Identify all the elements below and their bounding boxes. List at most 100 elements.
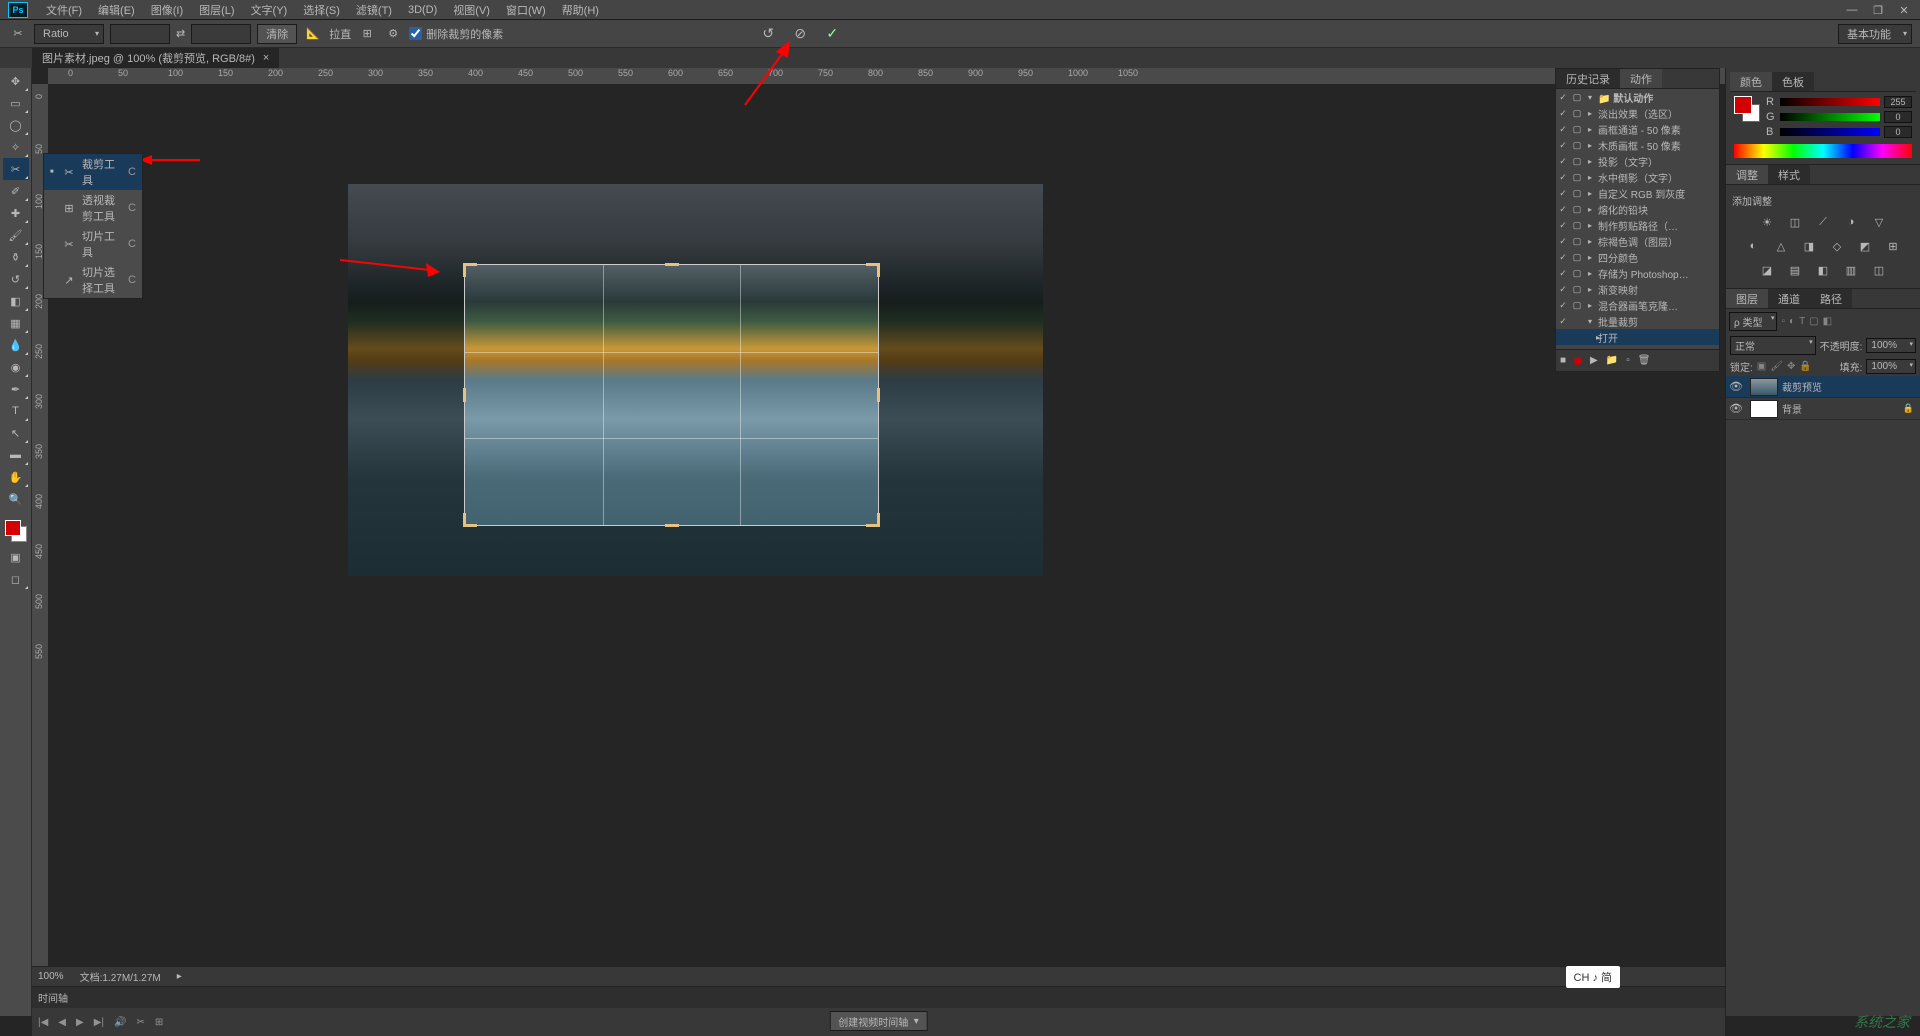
stamp-tool[interactable]: ⚱ [3, 246, 29, 268]
crop-settings-icon[interactable]: ⚙ [383, 24, 403, 44]
status-arrow-icon[interactable]: ▸ [177, 971, 182, 982]
lock-pixels-icon[interactable]: 🖌 [1770, 361, 1783, 372]
crop-tool[interactable]: ✂ [3, 158, 29, 180]
crop-handle-tr[interactable] [866, 263, 880, 277]
reset-crop-icon[interactable]: ↺ [759, 25, 777, 43]
dodge-tool[interactable]: ◉ [3, 356, 29, 378]
filter-adjust-icon[interactable]: ◐ [1789, 316, 1795, 327]
color-swatch[interactable] [5, 520, 27, 542]
layer-visibility-icon[interactable]: 👁 [1726, 402, 1746, 415]
new-set-icon[interactable]: 📁 [1606, 355, 1618, 366]
commit-crop-icon[interactable]: ✓ [823, 25, 841, 43]
adj-selective-icon[interactable]: ◫ [1870, 261, 1888, 279]
menu-edit[interactable]: 编辑(E) [90, 2, 143, 18]
eyedropper-tool[interactable]: ✐ [3, 180, 29, 202]
menu-3d[interactable]: 3D(D) [400, 4, 445, 16]
menu-window[interactable]: 窗口(W) [498, 2, 554, 18]
lasso-tool[interactable]: ◯ [3, 114, 29, 136]
crop-handle-top[interactable] [665, 263, 679, 266]
opacity-input[interactable]: 100% [1866, 338, 1916, 353]
window-minimize[interactable]: — [1840, 2, 1864, 18]
tab-adjustments[interactable]: 调整 [1726, 165, 1768, 184]
tl-audio-icon[interactable]: 🔊 [114, 1017, 126, 1028]
tl-next-icon[interactable]: ▶| [94, 1017, 104, 1028]
slider-r[interactable] [1780, 98, 1880, 106]
delete-cropped-checkbox[interactable]: 删除裁剪的像素 [409, 26, 503, 42]
filter-type-icon[interactable]: T [1799, 316, 1805, 327]
stop-action-icon[interactable]: ■ [1560, 355, 1566, 366]
menu-file[interactable]: 文件(F) [38, 2, 90, 18]
tab-channels[interactable]: 通道 [1768, 289, 1810, 308]
gradient-tool[interactable]: ▦ [3, 312, 29, 334]
create-video-timeline-button[interactable]: 创建视频时间轴 ▾ [829, 1011, 928, 1031]
tl-first-icon[interactable]: |◀ [38, 1017, 48, 1028]
filter-smart-icon[interactable]: ◧ [1823, 316, 1832, 327]
layer-visibility-icon[interactable]: 👁 [1726, 380, 1746, 393]
adj-invert-icon[interactable]: ◪ [1758, 261, 1776, 279]
filter-shape-icon[interactable]: ▢ [1809, 316, 1818, 327]
workspace-dropdown[interactable]: 基本功能 [1838, 24, 1912, 44]
path-select-tool[interactable]: ↖ [3, 422, 29, 444]
adj-curves-icon[interactable]: ⟋ [1814, 213, 1832, 231]
brush-tool[interactable]: 🖌 [3, 224, 29, 246]
timeline-label[interactable]: 时间轴 [38, 990, 68, 1005]
adj-bw-icon[interactable]: ◨ [1800, 237, 1818, 255]
hand-tool[interactable]: ✋ [3, 466, 29, 488]
healing-brush-tool[interactable]: ✚ [3, 202, 29, 224]
adj-balance-icon[interactable]: △ [1772, 237, 1790, 255]
layer-thumbnail[interactable] [1750, 378, 1778, 396]
tl-prev-icon[interactable]: ◀ [58, 1017, 66, 1028]
ime-indicator[interactable]: CH ♪ 简 [1566, 966, 1621, 988]
play-action-icon[interactable]: ▶ [1590, 355, 1598, 366]
flyout-perspective-crop[interactable]: ⊞透视裁剪工具C [44, 190, 142, 226]
overlay-grid-icon[interactable]: ⊞ [357, 24, 377, 44]
lock-position-icon[interactable]: ✥ [1787, 361, 1795, 372]
adj-mixer-icon[interactable]: ◩ [1856, 237, 1874, 255]
blur-tool[interactable]: 💧 [3, 334, 29, 356]
crop-ratio-dropdown[interactable]: Ratio [34, 24, 104, 44]
slider-g[interactable] [1780, 113, 1880, 121]
lock-all-icon[interactable]: 🔒 [1799, 361, 1811, 372]
tab-history[interactable]: 历史记录 [1556, 69, 1620, 88]
adj-hue-icon[interactable]: ◐ [1744, 237, 1762, 255]
crop-handle-left[interactable] [463, 388, 466, 402]
tl-cut-icon[interactable]: ✂ [136, 1017, 144, 1028]
menu-view[interactable]: 视图(V) [445, 2, 498, 18]
adj-brightness-icon[interactable]: ☀ [1758, 213, 1776, 231]
crop-handle-bl[interactable] [463, 513, 477, 527]
crop-width-input[interactable] [110, 24, 170, 44]
layer-kind-filter[interactable]: ρ 类型 [1729, 312, 1777, 331]
tl-transition-icon[interactable]: ⊞ [155, 1017, 163, 1028]
history-brush-tool[interactable]: ↺ [3, 268, 29, 290]
move-tool[interactable]: ✥ [3, 70, 29, 92]
document-tab[interactable]: 图片素材.jpeg @ 100% (裁剪预览, RGB/8#) × [32, 48, 279, 68]
flyout-slice[interactable]: ✂切片工具C [44, 226, 142, 262]
adj-lookup-icon[interactable]: ⊞ [1884, 237, 1902, 255]
zoom-tool[interactable]: 🔍 [3, 488, 29, 510]
flyout-slice-select[interactable]: ↗切片选择工具C [44, 262, 142, 298]
zoom-level[interactable]: 100% [38, 971, 64, 982]
window-close[interactable]: ✕ [1892, 2, 1916, 18]
crop-handle-right[interactable] [877, 388, 880, 402]
adj-vibrance-icon[interactable]: ▽ [1870, 213, 1888, 231]
crop-handle-bottom[interactable] [665, 524, 679, 527]
crop-box[interactable] [464, 264, 879, 526]
tab-actions[interactable]: 动作 [1620, 69, 1662, 88]
layer-thumbnail[interactable] [1750, 400, 1778, 418]
clear-button[interactable]: 清除 [257, 24, 297, 44]
layer-item[interactable]: 👁 裁剪预览 [1726, 376, 1920, 398]
pen-tool[interactable]: ✒ [3, 378, 29, 400]
marquee-tool[interactable]: ▭ [3, 92, 29, 114]
lock-transparent-icon[interactable]: ▣ [1757, 361, 1766, 372]
document-tab-close[interactable]: × [263, 52, 269, 64]
menu-image[interactable]: 图像(I) [143, 2, 191, 18]
color-spectrum[interactable] [1734, 144, 1912, 158]
tab-styles[interactable]: 样式 [1768, 165, 1810, 184]
magic-wand-tool[interactable]: ✧ [3, 136, 29, 158]
delete-action-icon[interactable]: 🗑 [1638, 355, 1651, 366]
quickmask-tool[interactable]: ▣ [3, 546, 29, 568]
tl-play-icon[interactable]: ▶ [76, 1017, 84, 1028]
new-action-icon[interactable]: ▫ [1626, 355, 1630, 366]
slider-b[interactable] [1780, 128, 1880, 136]
screen-mode-tool[interactable]: ◻ [3, 568, 29, 590]
